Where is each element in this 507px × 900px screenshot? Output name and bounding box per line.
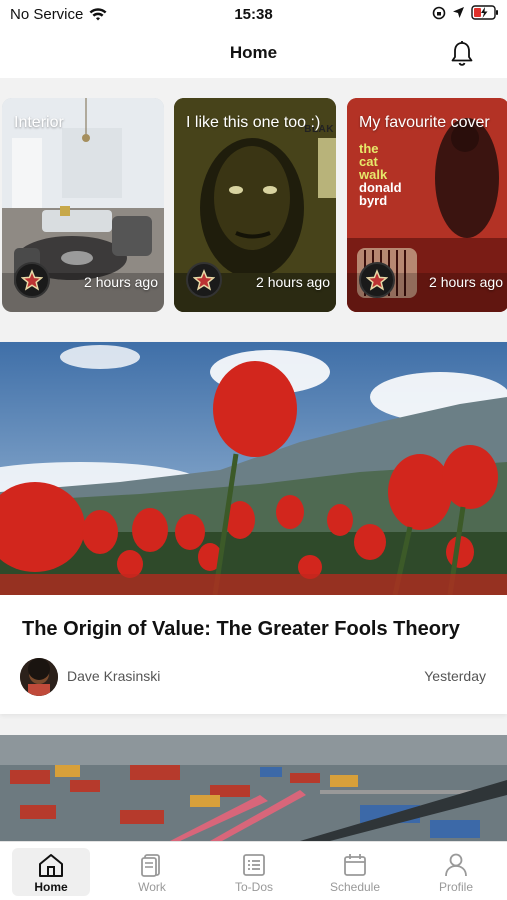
battery-charging-icon [471,5,498,20]
article-date: Yesterday [424,668,486,684]
location-icon [453,7,464,18]
story-title: Interior [14,114,64,131]
story-title: I like this one too :) [186,114,321,131]
status-time: 15:38 [234,6,273,23]
schedule-icon [344,854,366,876]
profile-icon [445,853,467,877]
article-card-preview[interactable] [0,735,507,841]
article-image-port [0,735,507,841]
tab-label: Schedule [329,880,381,894]
tab-label: Profile [438,880,473,894]
tab-work[interactable]: Work [113,848,191,896]
article-title[interactable]: The Origin of Value: The Greater Fools T… [22,618,460,641]
tab-label: To-Dos [234,880,273,894]
home-icon [39,854,63,877]
story-time: 2 hours ago [256,274,330,290]
work-icon [141,854,160,877]
tab-profile[interactable]: Profile [417,848,495,896]
status-icons [432,5,499,20]
star-badge-icon [14,262,50,298]
story-time: 2 hours ago [84,274,158,290]
tab-label: Home [34,880,68,894]
star-badge-icon [186,262,222,298]
story-card[interactable]: BLAK I like this one too :) 2 hours ago [174,98,336,312]
star-badge-icon [359,262,395,298]
author-name[interactable]: Dave Krasinski [67,668,160,684]
orientation-lock-icon [432,6,446,19]
tab-todos[interactable]: To-Dos [215,848,293,896]
todos-icon [243,854,265,876]
author-avatar[interactable] [20,658,58,696]
nav-header: Home [0,30,507,78]
story-card[interactable]: the cat walk donald byrd My favourite co… [347,98,507,312]
tab-bar: Home Work To-Dos Schedule Profile [0,841,507,900]
story-card[interactable]: Interior 2 hours ago [2,98,164,312]
tab-home[interactable]: Home [12,848,90,896]
status-bar: No Service 15:38 [0,0,507,30]
cover-word: byrd [359,193,388,208]
bell-icon[interactable] [449,40,475,68]
tab-label: Work [138,880,166,894]
tab-schedule[interactable]: Schedule [316,848,394,896]
story-time: 2 hours ago [429,274,503,290]
article-image-tulips [0,342,507,595]
article-card[interactable]: The Origin of Value: The Greater Fools T… [0,342,507,714]
stories-carousel[interactable]: Interior 2 hours ago BLAK I like this on… [0,78,507,330]
page-title: Home [229,43,278,62]
album-cover-text: the cat walk donald byrd [359,142,402,207]
story-title: My favourite cover [359,114,490,131]
